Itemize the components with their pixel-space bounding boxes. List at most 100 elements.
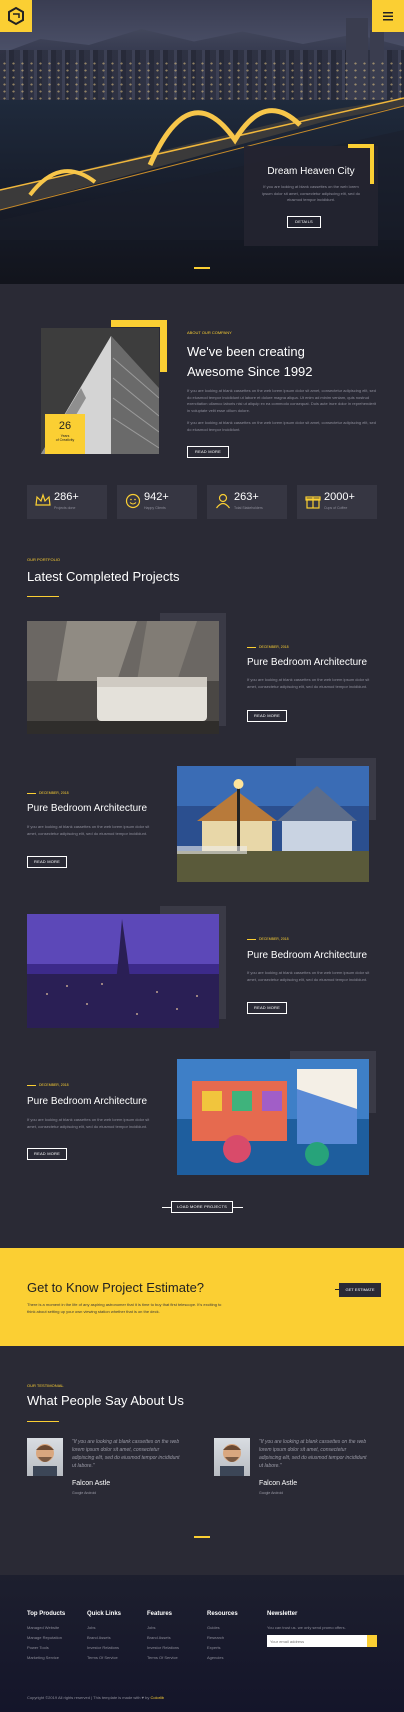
load-more-projects-button[interactable]: LOAD MORE PROJECTS — [171, 1201, 233, 1213]
estimate-title: Get to Know Project Estimate? — [27, 1280, 205, 1295]
about-paragraph-2: If you are looking at blank cassettes on… — [187, 420, 376, 432]
project-2-text: If you are looking at blank cassettes on… — [27, 824, 150, 836]
footer-column-top-products: Top Products Managed Website Manage Repu… — [27, 1611, 65, 1665]
menu-icon — [383, 12, 393, 21]
hex-logo-icon — [8, 6, 24, 26]
years-badge-line2: of Creativity — [55, 438, 75, 442]
project-2-title: Pure Bedroom Architecture — [27, 803, 148, 814]
testimonial-1-name: Falcon Astle — [72, 1480, 111, 1487]
project-2-image — [177, 766, 369, 882]
footer-link[interactable]: Agencies — [207, 1655, 238, 1660]
newsletter-title: Newsletter — [267, 1611, 298, 1617]
copyright-brand-link[interactable]: Colorlib — [150, 1695, 164, 1700]
hero-slider-indicator[interactable] — [194, 267, 210, 269]
smile-icon — [125, 493, 141, 509]
stat-card-clients: 942+ Happy Clients — [117, 485, 197, 519]
about-eyebrow: ABOUT OUR COMPANY — [187, 330, 232, 335]
footer: Top Products Managed Website Manage Repu… — [0, 1575, 404, 1712]
footer-link[interactable]: Power Tools — [27, 1645, 65, 1650]
avatar — [27, 1438, 63, 1476]
portfolio-title: Latest Completed Projects — [27, 569, 180, 584]
testimonial-title-underline — [27, 1421, 59, 1422]
about-read-more-button[interactable]: READ MORE — [187, 446, 229, 458]
menu-button[interactable] — [372, 0, 404, 32]
testimonial-slider-indicator[interactable] — [194, 1536, 210, 1538]
newsletter-email-input[interactable] — [267, 1635, 367, 1647]
about-paragraph-1: If you are looking at blank cassettes on… — [187, 388, 376, 413]
project-4-title: Pure Bedroom Architecture — [27, 1096, 148, 1107]
footer-link[interactable]: Brand Assets — [87, 1635, 121, 1640]
gift-icon — [305, 496, 321, 509]
project-1-date: DECEMBER, 2018 — [247, 645, 289, 649]
hero-details-button[interactable]: DETAILS — [287, 216, 321, 228]
footer-column-title: Top Products — [27, 1611, 66, 1617]
footer-link[interactable]: Research — [207, 1635, 238, 1640]
footer-link[interactable]: Jobs — [87, 1625, 121, 1630]
footer-link[interactable]: Experts — [207, 1645, 238, 1650]
years-badge: 26 Years of Creativity — [45, 414, 85, 454]
testimonial-eyebrow: OUR TESTIMONIAL — [27, 1383, 64, 1388]
footer-column-title: Quick Links — [87, 1611, 122, 1617]
stat-value: 2000+ — [324, 491, 355, 503]
project-1-read-more-button[interactable]: READ MORE — [247, 710, 287, 722]
newsletter-submit-button[interactable] — [367, 1635, 377, 1647]
estimate-section: Get to Know Project Estimate? There is a… — [0, 1248, 404, 1346]
stat-label: Cups of Coffee — [324, 506, 348, 510]
hero-text: If you are looking at blank cassettes on… — [261, 184, 361, 202]
project-3-title: Pure Bedroom Architecture — [247, 950, 368, 961]
project-4-image — [177, 1059, 369, 1175]
project-3-read-more-button[interactable]: READ MORE — [247, 1002, 287, 1014]
crown-icon — [35, 493, 51, 506]
testimonial-2-name: Falcon Astle — [259, 1480, 298, 1487]
avatar — [214, 1438, 250, 1476]
get-estimate-button[interactable]: GET ESTIMATE — [339, 1283, 381, 1297]
footer-link[interactable]: Guides — [207, 1625, 238, 1630]
project-3-text: If you are looking at blank cassettes on… — [247, 970, 370, 982]
footer-link[interactable]: Terms Of Service — [147, 1655, 179, 1660]
avatar-face-image — [33, 1444, 57, 1476]
footer-link[interactable]: Investor Relations — [147, 1645, 179, 1650]
about-title-line2: Awesome Since 1992 — [187, 364, 313, 379]
footer-column-resources: Resources Guides Research Experts Agenci… — [207, 1611, 238, 1665]
project-2-read-more-button[interactable]: READ MORE — [27, 856, 67, 868]
newsletter-form — [267, 1635, 377, 1647]
project-3-date: DECEMBER, 2018 — [247, 937, 289, 941]
footer-link[interactable]: Investor Relations — [87, 1645, 121, 1650]
footer-link[interactable]: Brand Assets — [147, 1635, 179, 1640]
copyright-text: Copyright ©2019 All rights reserved | Th… — [27, 1695, 150, 1700]
newsletter-text: You can trust us. we only send promo off… — [267, 1625, 346, 1630]
stat-card-projects: 286+ Projects done — [27, 485, 107, 519]
hero-corner-decoration — [348, 144, 374, 184]
avatar-face-image — [220, 1444, 244, 1476]
about-title-line1: We've been creating — [187, 344, 305, 359]
hero-section: Dream Heaven City If you are looking at … — [0, 0, 404, 284]
project-1-text: If you are looking at blank cassettes on… — [247, 677, 370, 689]
stat-label: Total Stakeholders — [234, 506, 263, 510]
years-badge-number: 26 — [58, 420, 72, 432]
stat-card-coffee: 2000+ Cups of Coffee — [297, 485, 377, 519]
user-icon — [216, 493, 230, 509]
footer-link[interactable]: Managed Website — [27, 1625, 65, 1630]
project-1-title: Pure Bedroom Architecture — [247, 657, 368, 668]
about-title: We've been creating Awesome Since 1992 — [187, 342, 313, 382]
footer-column-quick-links: Quick Links Jobs Brand Assets Investor R… — [87, 1611, 121, 1665]
footer-link[interactable]: Jobs — [147, 1625, 179, 1630]
estimate-text: There is a moment in the life of any asp… — [27, 1302, 222, 1314]
project-4-date: DECEMBER, 2018 — [27, 1083, 69, 1087]
testimonial-1-role: Google Android — [72, 1491, 97, 1495]
project-4-read-more-button[interactable]: READ MORE — [27, 1148, 67, 1160]
footer-column-title: Resources — [207, 1611, 238, 1617]
portfolio-title-underline — [27, 596, 59, 597]
stat-card-stakeholders: 263+ Total Stakeholders — [207, 485, 287, 519]
testimonial-2-quote: "If you are looking at blank cassettes o… — [259, 1439, 367, 1469]
stat-label: Happy Clients — [144, 506, 166, 510]
footer-column-features: Features Jobs Brand Assets Investor Rela… — [147, 1611, 179, 1665]
footer-link[interactable]: Terms Of Service — [87, 1655, 121, 1660]
stat-value: 286+ — [54, 491, 79, 503]
load-more-line-right — [233, 1207, 243, 1208]
stat-value: 263+ — [234, 491, 259, 503]
logo[interactable] — [0, 0, 32, 32]
project-4-text: If you are looking at blank cassettes on… — [27, 1117, 150, 1129]
footer-link[interactable]: Manage Reputation — [27, 1635, 65, 1640]
footer-link[interactable]: Marketing Service — [27, 1655, 65, 1660]
